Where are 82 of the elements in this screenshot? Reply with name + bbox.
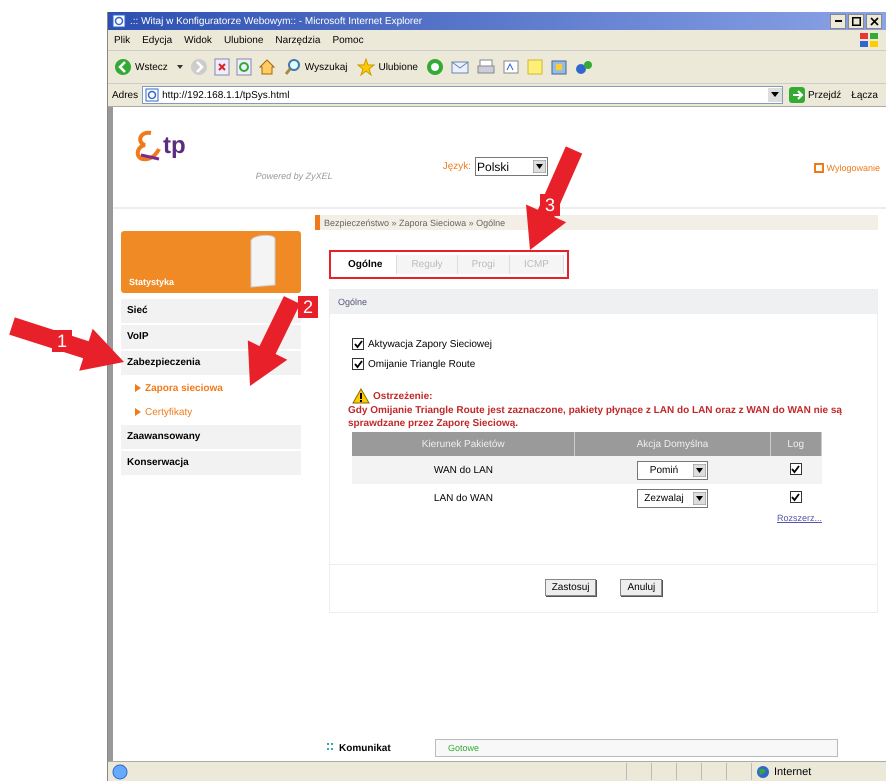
check-icon xyxy=(354,340,362,348)
menu-item[interactable]: Narzędzia xyxy=(275,34,320,46)
message-field: Gotowe xyxy=(435,739,838,757)
section-header: Ogólne xyxy=(330,290,877,314)
callout-number: 3 xyxy=(540,194,560,216)
bullet-arrow-icon xyxy=(135,408,141,416)
favorites-button[interactable]: Ulubione xyxy=(355,58,420,76)
action-select[interactable]: Zezwalaj xyxy=(636,488,708,508)
note-icon xyxy=(526,58,544,76)
warning-icon xyxy=(352,388,370,404)
go-arrow-icon xyxy=(788,87,805,103)
minimize-button[interactable] xyxy=(830,14,846,28)
stop-icon xyxy=(214,58,230,76)
expand-link[interactable]: Rozszerz... xyxy=(776,513,822,523)
caret-icon xyxy=(176,63,184,71)
go-button[interactable]: Przejdź xyxy=(786,87,844,103)
minimize-icon xyxy=(834,20,842,22)
menu-item[interactable]: Widok xyxy=(184,34,212,46)
close-icon xyxy=(870,16,878,26)
check-icon xyxy=(354,360,362,368)
window-title: .:: Witaj w Konfiguratorze Webowym:: - Microsoft Internet Explorer xyxy=(130,16,424,26)
printer-icon xyxy=(476,58,496,76)
sidebar-item[interactable]: Konserwacja xyxy=(121,451,301,475)
check-icon xyxy=(791,492,800,502)
caret-icon xyxy=(770,92,779,98)
checkbox-label: Aktywacja Zapory Sieciowej xyxy=(368,338,492,350)
search-button[interactable]: Wyszukaj xyxy=(282,58,350,76)
star-icon xyxy=(357,58,376,76)
message-label: Komunikat xyxy=(339,742,392,754)
check-icon xyxy=(791,464,800,474)
powered-by-text: Powered by ZyXEL xyxy=(256,171,333,181)
form-button[interactable]: Anuluj xyxy=(620,579,662,596)
table-cell: LAN do WAN xyxy=(352,484,575,512)
menu-item[interactable]: Plik xyxy=(114,34,130,46)
back-button[interactable]: Wstecz xyxy=(112,58,170,76)
breadcrumb-marker xyxy=(315,215,320,230)
menu-item[interactable]: Pomoc xyxy=(332,34,364,46)
maximize-button[interactable] xyxy=(848,14,864,28)
logo-text: tp xyxy=(163,132,186,160)
callout-number: 1 xyxy=(52,330,72,352)
action-select[interactable]: Pomiń xyxy=(636,460,708,480)
checkbox-label: Omijanie Triangle Route xyxy=(368,358,476,370)
logout-icon xyxy=(814,163,824,173)
page-status-icon xyxy=(112,764,128,780)
windows-flag-icon xyxy=(858,32,880,48)
checkbox[interactable] xyxy=(352,358,364,370)
home-icon xyxy=(258,58,276,76)
form-button[interactable]: Zastosuj xyxy=(544,579,596,596)
links-button[interactable]: Łącza xyxy=(847,90,882,100)
browser-icon xyxy=(112,14,126,28)
checkbox[interactable] xyxy=(352,338,364,350)
refresh-icon xyxy=(236,58,252,76)
edit-icon xyxy=(502,58,520,76)
column-header: Log xyxy=(770,432,822,456)
dropdown-button[interactable] xyxy=(768,88,782,102)
close-button[interactable] xyxy=(866,14,882,28)
table-cell: WAN do LAN xyxy=(352,456,575,484)
sidebar-item[interactable]: Zaawansowany xyxy=(121,425,301,449)
menu-item[interactable]: Edycja xyxy=(142,34,172,46)
caret-icon xyxy=(692,492,706,504)
checkbox[interactable] xyxy=(790,463,802,476)
warning-title: Ostrzeżenie: xyxy=(373,390,432,402)
callout-number: 2 xyxy=(298,296,318,318)
warning-text: Gdy Omijanie Triangle Route jest zaznaczone, pakiety płynące z LAN do LAN oraz z WAN do WAN nie są sprawdzane przez Zaporę Sieciową. xyxy=(348,404,843,430)
column-header: Kierunek Pakietów xyxy=(352,432,575,456)
address-field[interactable]: http://192.168.1.1/tpSys.html xyxy=(142,86,783,104)
page-icon xyxy=(145,88,160,102)
zone-text: Internet xyxy=(774,766,812,778)
breadcrumb-text: Bezpieczeństwo » Zapora Sieciowa » Ogólne xyxy=(324,218,506,228)
menu-item[interactable]: Ulubione xyxy=(224,34,264,46)
search-icon xyxy=(284,58,302,76)
language-label: Język: xyxy=(442,161,472,172)
bullet-arrow-icon xyxy=(135,384,141,392)
address-label: Adres xyxy=(112,90,138,100)
caret-icon xyxy=(692,464,706,476)
language-select[interactable]: Polski xyxy=(475,157,548,176)
globe-icon xyxy=(756,764,770,778)
checkbox[interactable] xyxy=(790,491,802,504)
maximize-icon xyxy=(852,16,860,26)
caret-icon xyxy=(533,160,546,173)
panel-title: Statystyka xyxy=(129,277,174,287)
column-header: Akcja Domyślna xyxy=(574,432,770,456)
